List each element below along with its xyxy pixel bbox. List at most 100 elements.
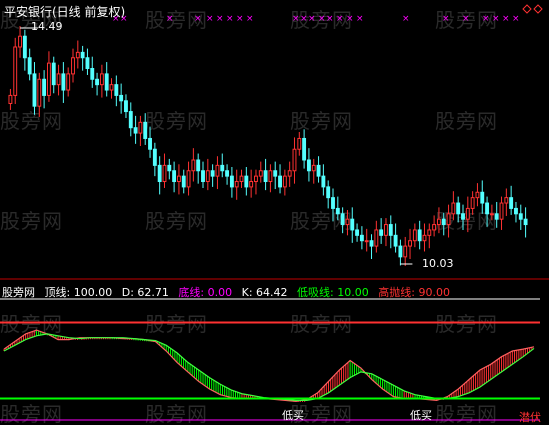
candle-body [523, 218, 528, 226]
legend-bottom-line: 底线: 0.00 [178, 286, 232, 299]
signal-markers: × × × × × × × × × × × × × × × × × × × × × × × × [112, 14, 520, 24]
candle-body [8, 94, 13, 104]
high-price-label: 14.49 [31, 20, 63, 33]
candle-body [480, 191, 485, 204]
signal-marker-icon: × [462, 14, 470, 24]
candle-body [292, 148, 297, 172]
legend-value: 64.42 [256, 286, 288, 299]
signal-marker-icon: × [206, 14, 214, 24]
signal-marker-icon: × [194, 14, 202, 24]
candle-body [475, 191, 480, 199]
candle-body [191, 159, 196, 172]
candle-body [205, 170, 210, 183]
candle-body [499, 202, 504, 220]
buy-signal-label: 低买 [410, 409, 432, 422]
candle-body [220, 164, 225, 172]
candle-body [119, 94, 124, 102]
legend-label: 顶线: [44, 286, 71, 299]
candle-body [427, 229, 432, 236]
signal-marker-icon: × [166, 14, 174, 24]
candle-body [133, 127, 138, 134]
candle-body [306, 159, 311, 172]
candle-body [109, 84, 114, 91]
candle-body [398, 245, 403, 258]
candle-body [518, 213, 523, 220]
candle-body [51, 62, 56, 86]
candle-body [509, 197, 514, 209]
candle-body [465, 207, 470, 220]
candle-body [201, 170, 205, 183]
candle-body [403, 245, 408, 258]
legend-label: 高抛线: [378, 286, 415, 299]
candle-body [388, 224, 393, 236]
candlestick-series [8, 26, 528, 266]
signal-marker-icon: × [492, 14, 500, 24]
candle-body [167, 164, 172, 172]
candle-body [282, 175, 287, 188]
candle-body [321, 175, 326, 188]
legend-label: 低吸线: [297, 286, 334, 299]
candle-body [287, 170, 292, 177]
candle-body [446, 213, 451, 226]
signal-marker-icon: × [226, 14, 234, 24]
legend-label: K: [241, 286, 253, 299]
signal-marker-icon: × [246, 14, 254, 24]
candle-body [302, 137, 307, 161]
candle-body [157, 164, 162, 183]
indicator-name: 股旁网 [2, 286, 35, 299]
signal-marker-icon: × [442, 14, 450, 24]
candle-body [90, 68, 95, 80]
candle-body [417, 229, 422, 242]
signal-marker-icon: × [216, 14, 224, 24]
candle-body [393, 234, 398, 247]
candle-body [364, 240, 369, 243]
signal-marker-icon: × [482, 14, 490, 24]
candle-body [359, 234, 364, 242]
candle-body [114, 84, 119, 96]
candle-body [22, 35, 27, 59]
candle-body [456, 202, 461, 215]
candle-body [369, 240, 374, 247]
candle-body [152, 148, 157, 166]
low-price-label: 10.03 [422, 257, 454, 270]
candle-body [138, 121, 143, 134]
candle-body [278, 175, 282, 188]
candle-body [263, 170, 268, 183]
candle-body [71, 57, 75, 75]
candle-body [340, 213, 345, 226]
candle-body [42, 78, 47, 96]
candle-body [128, 111, 133, 129]
candle-body [436, 218, 441, 226]
candle-body [56, 73, 61, 86]
candle-body [186, 170, 191, 188]
candle-body [104, 73, 109, 91]
candle-body [494, 213, 499, 220]
candle-body [176, 175, 181, 183]
candle-body [80, 51, 85, 59]
candle-body [470, 197, 475, 209]
candle-body [13, 46, 18, 96]
signal-marker-icon: × [300, 14, 308, 24]
buy-signal-label: 低买 [282, 409, 304, 422]
signal-marker-icon: × [336, 14, 344, 24]
candle-body [297, 137, 302, 150]
candle-body [355, 229, 360, 236]
legend-value: 62.71 [137, 286, 169, 299]
candle-body [345, 218, 350, 226]
candle-body [412, 229, 417, 242]
candle-body [234, 181, 239, 188]
candle-body [254, 175, 258, 183]
candle-body [514, 207, 518, 215]
candle-body [210, 170, 215, 177]
legend-k: K: 64.42 [242, 286, 288, 299]
candle-body [46, 62, 51, 96]
signal-marker-icon: × [326, 14, 334, 24]
diamond-icon[interactable] [522, 4, 532, 14]
legend-d: D: 62.71 [122, 286, 169, 299]
diamond-icon[interactable] [533, 4, 543, 14]
kd-ribbon [3, 329, 535, 402]
legend-value: 10.00 [337, 286, 369, 299]
candle-body [18, 35, 22, 48]
signal-marker-icon: × [356, 14, 364, 24]
candle-body [331, 197, 335, 209]
